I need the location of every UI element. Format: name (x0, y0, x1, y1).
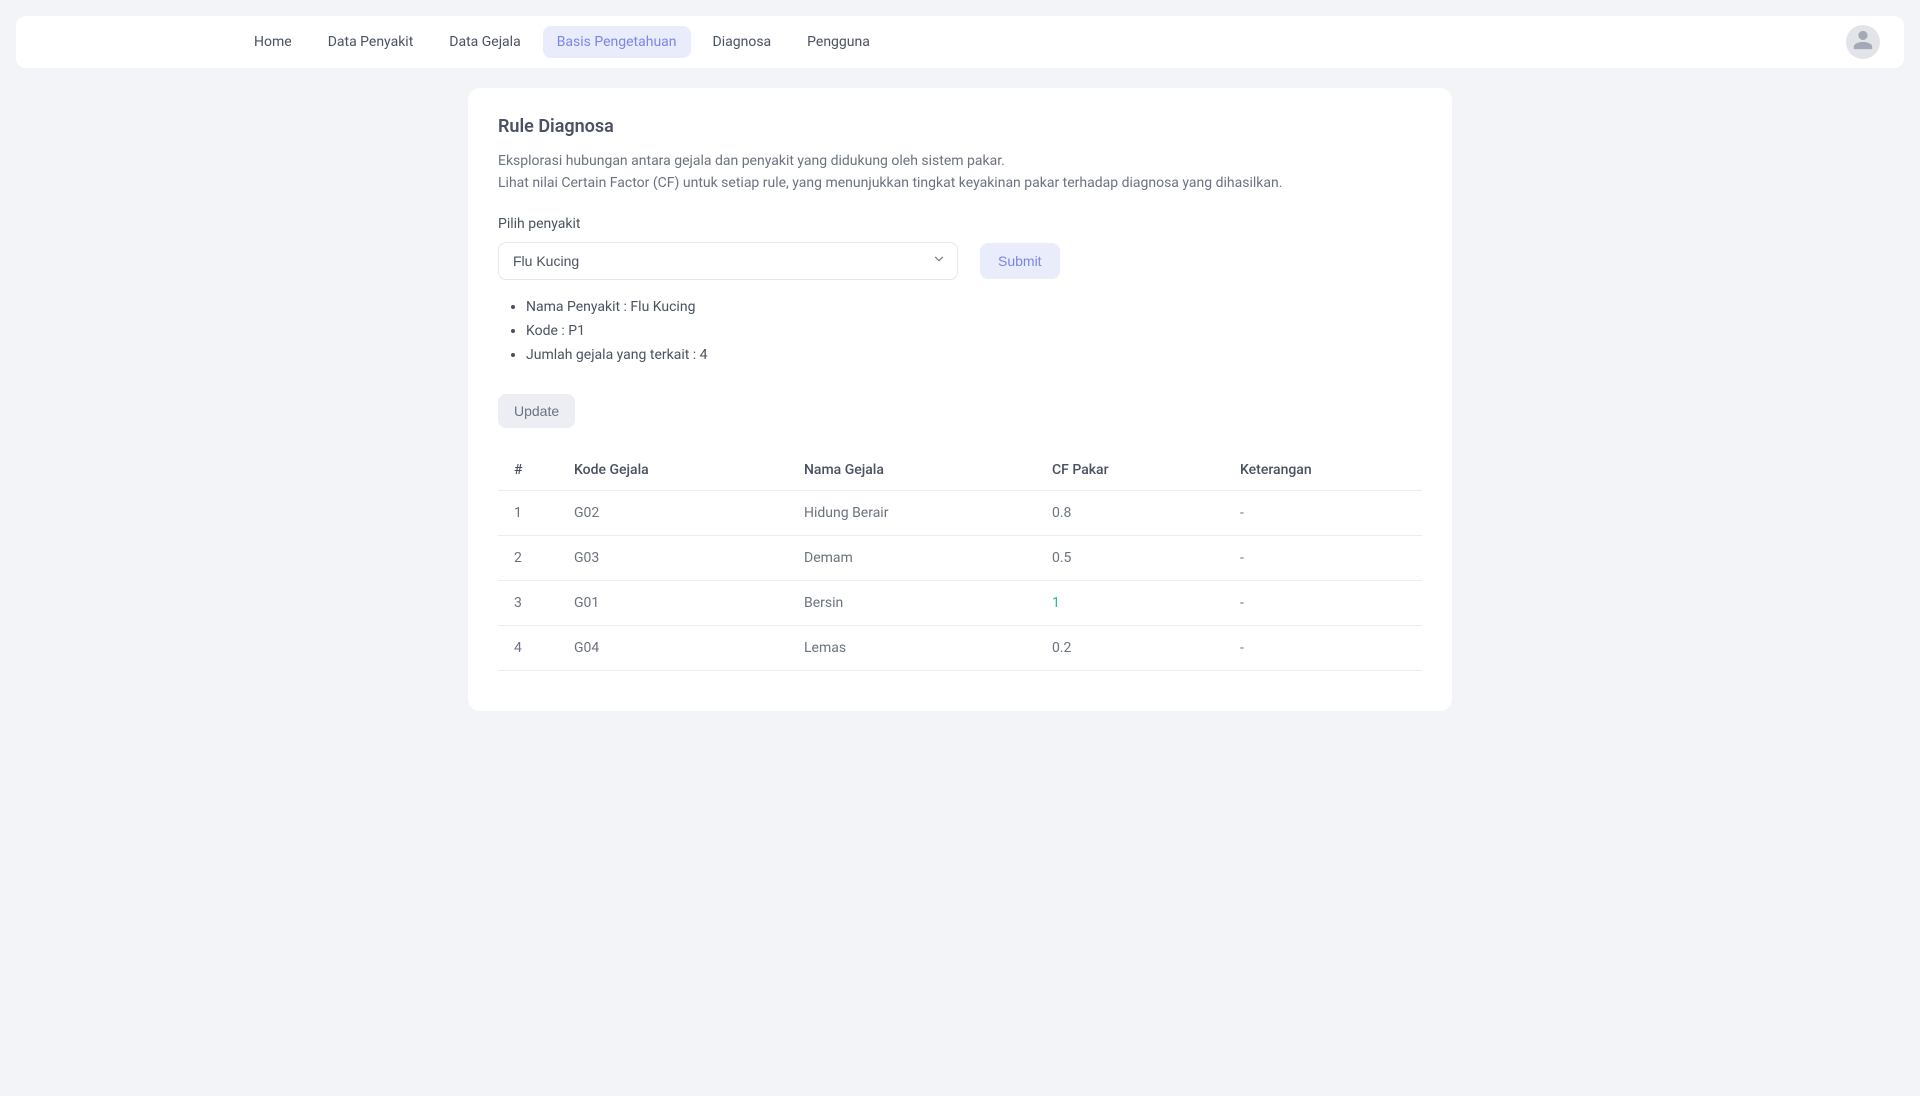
th-ket: Keterangan (1224, 450, 1422, 491)
desc-line-1: Eksplorasi hubungan antara gejala dan pe… (498, 153, 1005, 169)
update-button[interactable]: Update (498, 394, 575, 428)
avatar[interactable] (1846, 25, 1880, 59)
page-description: Eksplorasi hubungan antara gejala dan pe… (498, 151, 1422, 194)
nav-data-gejala[interactable]: Data Gejala (435, 26, 534, 58)
nav-menu: Home Data Penyakit Data Gejala Basis Pen… (240, 26, 884, 58)
cell-kode: G01 (558, 580, 788, 625)
cell-kode: G02 (558, 490, 788, 535)
info-nama-label: Nama Penyakit : (526, 299, 630, 315)
main-card: Rule Diagnosa Eksplorasi hubungan antara… (468, 88, 1452, 711)
cell-num: 3 (498, 580, 558, 625)
page-title: Rule Diagnosa (498, 116, 1422, 137)
cell-cf: 0.2 (1036, 625, 1224, 670)
select-label: Pilih penyakit (498, 216, 1422, 232)
info-nama-value: Flu Kucing (630, 299, 695, 315)
nav-home[interactable]: Home (240, 26, 306, 58)
cell-nama: Hidung Berair (788, 490, 1036, 535)
table-row: 3G01Bersin1- (498, 580, 1422, 625)
desc-line-2: Lihat nilai Certain Factor (CF) untuk se… (498, 175, 1282, 191)
table-row: 4G04Lemas0.2- (498, 625, 1422, 670)
nav-pengguna[interactable]: Pengguna (793, 26, 884, 58)
table-row: 1G02Hidung Berair0.8- (498, 490, 1422, 535)
table-header-row: # Kode Gejala Nama Gejala CF Pakar Keter… (498, 450, 1422, 491)
cell-ket: - (1224, 625, 1422, 670)
form-row: Submit (498, 242, 1422, 280)
cell-ket: - (1224, 490, 1422, 535)
info-kode-value: P1 (568, 323, 585, 339)
cell-cf: 0.8 (1036, 490, 1224, 535)
th-num: # (498, 450, 558, 491)
navbar: Home Data Penyakit Data Gejala Basis Pen… (16, 16, 1904, 68)
nav-basis-pengetahuan[interactable]: Basis Pengetahuan (543, 26, 691, 58)
th-cf: CF Pakar (1036, 450, 1224, 491)
cell-num: 1 (498, 490, 558, 535)
user-icon (1852, 29, 1874, 55)
th-nama: Nama Gejala (788, 450, 1036, 491)
th-kode: Kode Gejala (558, 450, 788, 491)
cell-num: 2 (498, 535, 558, 580)
cell-num: 4 (498, 625, 558, 670)
table-row: 2G03Demam0.5- (498, 535, 1422, 580)
info-jumlah-label: Jumlah gejala yang terkait : (526, 347, 700, 363)
cell-nama: Demam (788, 535, 1036, 580)
cell-cf: 1 (1036, 580, 1224, 625)
cell-kode: G04 (558, 625, 788, 670)
cell-nama: Bersin (788, 580, 1036, 625)
info-nama: Nama Penyakit : Flu Kucing (526, 296, 1422, 320)
cell-cf: 0.5 (1036, 535, 1224, 580)
info-kode: Kode : P1 (526, 320, 1422, 344)
nav-data-penyakit[interactable]: Data Penyakit (314, 26, 428, 58)
submit-button[interactable]: Submit (980, 243, 1060, 279)
info-jumlah: Jumlah gejala yang terkait : 4 (526, 344, 1422, 368)
cell-nama: Lemas (788, 625, 1036, 670)
cell-ket: - (1224, 535, 1422, 580)
cell-ket: - (1224, 580, 1422, 625)
cell-kode: G03 (558, 535, 788, 580)
penyakit-info-list: Nama Penyakit : Flu Kucing Kode : P1 Jum… (498, 296, 1422, 367)
info-kode-label: Kode : (526, 323, 568, 339)
info-jumlah-value: 4 (700, 347, 708, 363)
gejala-table: # Kode Gejala Nama Gejala CF Pakar Keter… (498, 450, 1422, 671)
penyakit-select-wrap (498, 242, 958, 280)
nav-diagnosa[interactable]: Diagnosa (699, 26, 786, 58)
penyakit-select[interactable] (498, 242, 958, 280)
